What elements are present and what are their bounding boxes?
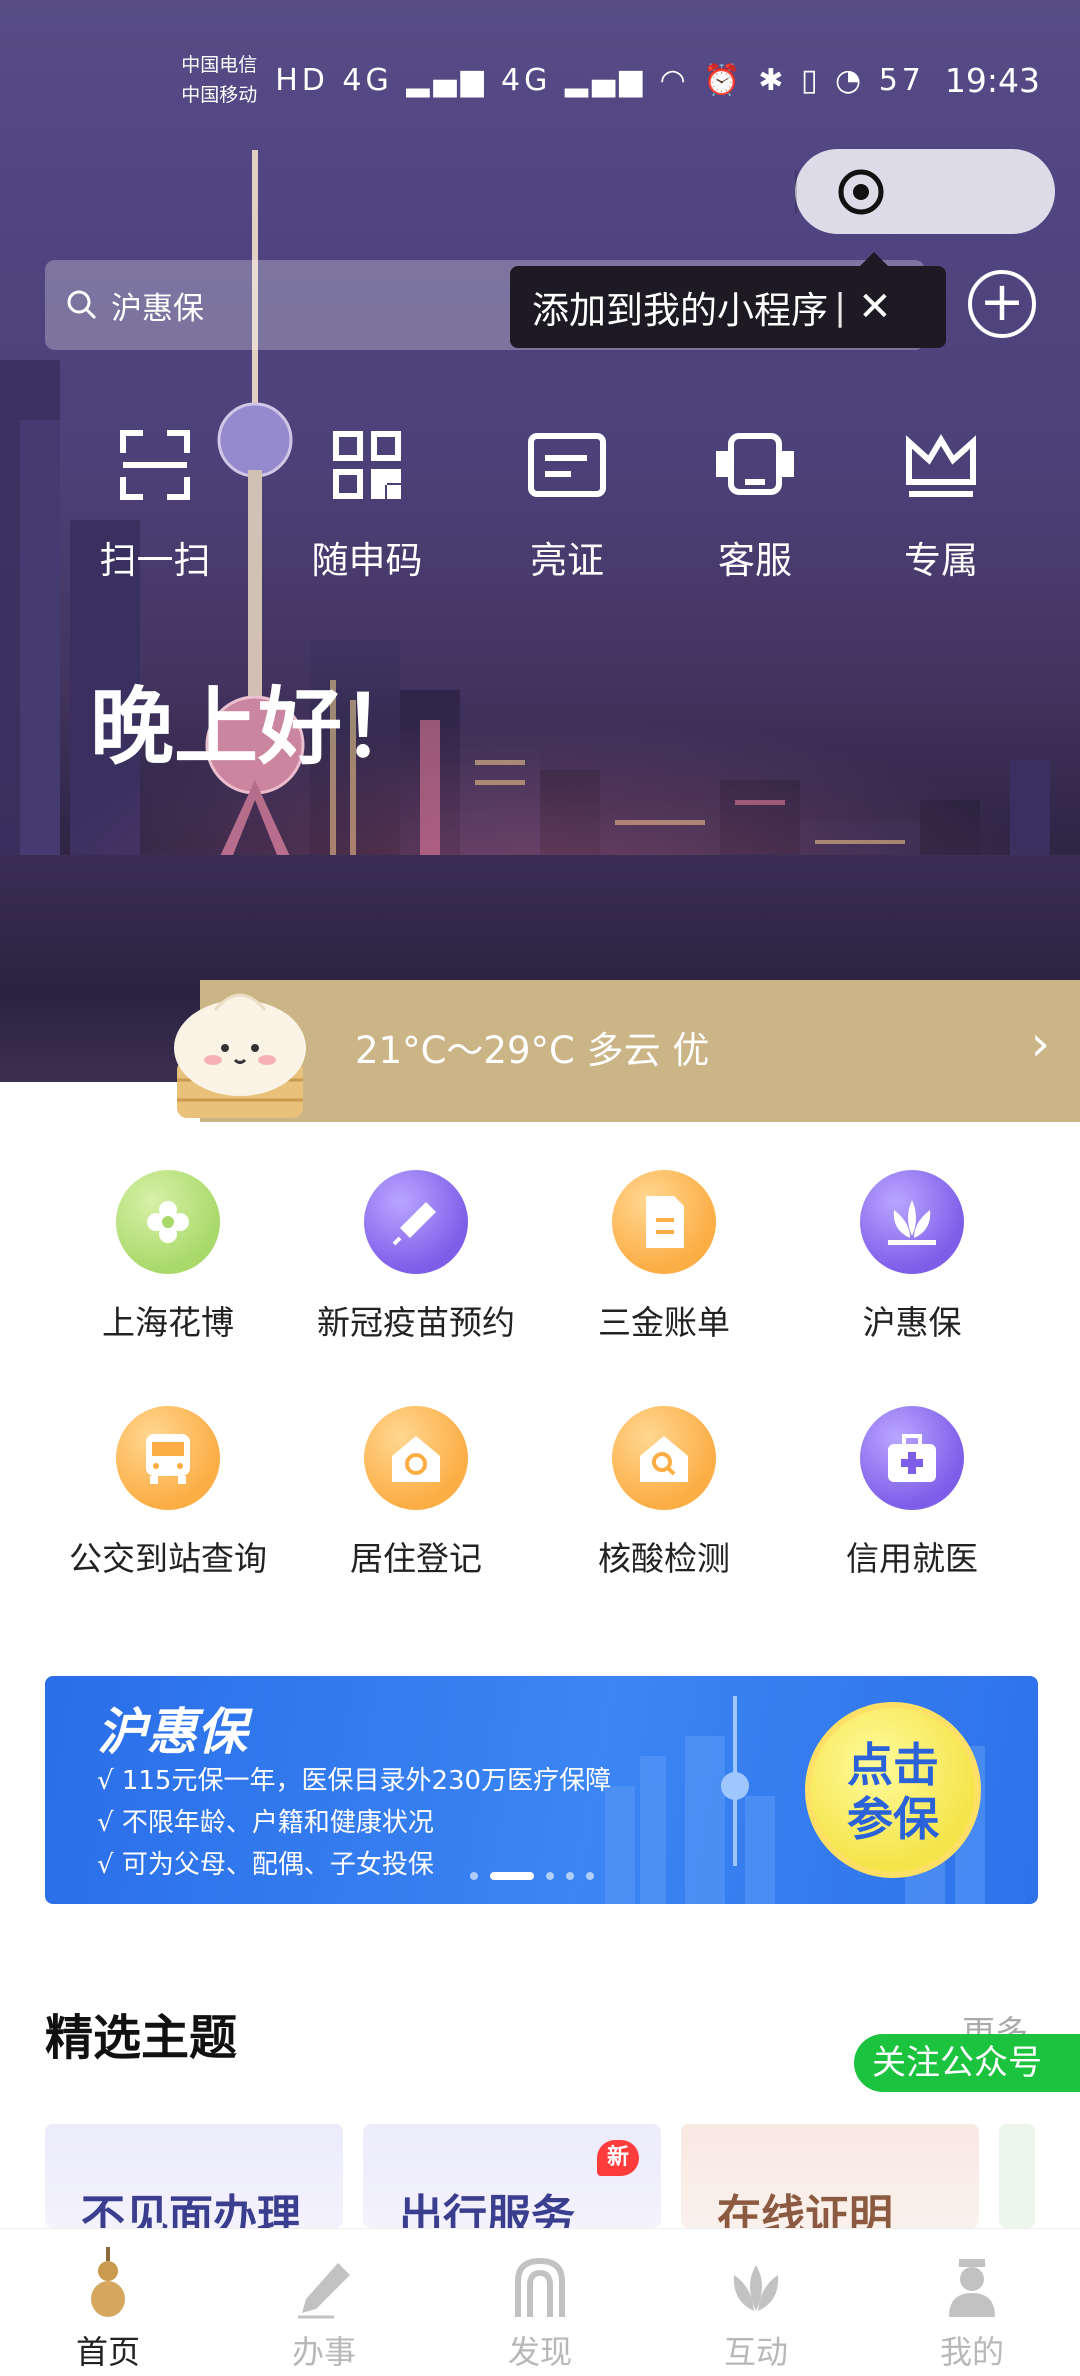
service-residence[interactable]: 居住登记 xyxy=(292,1406,540,1580)
tooltip-text: 添加到我的小程序 xyxy=(532,289,828,332)
theme-card-next[interactable] xyxy=(999,2124,1035,2228)
greeting-text: 晚上好！ xyxy=(90,678,427,776)
crown-icon xyxy=(906,434,976,497)
carrier-info: 中国电信 中国移动 xyxy=(181,50,257,110)
service-vaccine[interactable]: 新冠疫苗预约 xyxy=(292,1170,540,1344)
banner-title: 沪惠保 xyxy=(97,1703,247,1761)
theme-cards: 不见面办理 出行服务 新 在线证明 xyxy=(45,2124,1080,2242)
medical-kit-icon xyxy=(860,1406,964,1510)
chevron-right-icon: › xyxy=(1030,1016,1050,1072)
tab-interact[interactable]: 互动 xyxy=(648,2229,864,2373)
theme-card-travel[interactable]: 出行服务 新 xyxy=(363,2124,661,2242)
scan-icon xyxy=(120,430,190,500)
service-expo-label: 上海花博 xyxy=(102,1303,234,1342)
huhuibao-banner[interactable]: 沪惠保 √ 115元保一年，医保目录外230万医疗保障 √ 不限年龄、户籍和健康… xyxy=(45,1676,1038,1904)
weather-bar[interactable]: 21°C～29°C 多云 优 › xyxy=(200,980,1080,1122)
search-icon xyxy=(67,290,97,320)
quick-show-id[interactable]: 亮证 xyxy=(492,420,642,584)
status-bar: 中国电信 中国移动 HD 4G ▂▄▆ 4G ▂▄▆ ◠ ⏰ ✱ ▯ ◔ 57 … xyxy=(181,46,1040,114)
tooltip-close-button[interactable]: ✕ xyxy=(858,284,892,330)
flower-icon xyxy=(116,1170,220,1274)
carrier1: 中国电信 xyxy=(181,54,258,76)
tab-interact-label: 互动 xyxy=(723,2333,788,2371)
carousel-dots xyxy=(470,1872,594,1880)
service-bus[interactable]: 公交到站查询 xyxy=(44,1406,292,1580)
target-icon xyxy=(838,169,884,214)
tab-mine[interactable]: 我的 xyxy=(864,2229,1080,2373)
person-icon xyxy=(949,2259,995,2317)
enroll-line2: 参保 xyxy=(847,1792,939,1846)
add-button[interactable]: + xyxy=(968,270,1036,338)
quick-customer-service[interactable]: 客服 xyxy=(680,420,830,584)
gourd-home-icon xyxy=(91,2247,125,2317)
new-badge: 新 xyxy=(597,2140,639,2176)
quick-exclusive-label: 专属 xyxy=(904,539,978,582)
bottom-tab-bar: 首页 办事 发现 互动 我的 xyxy=(0,2228,1080,2376)
quick-qrcode[interactable]: 随申码 xyxy=(292,420,442,584)
theme-card-offline[interactable]: 不见面办理 xyxy=(45,2124,343,2242)
search-text: 沪惠保 xyxy=(111,290,204,327)
add-miniprogram-tooltip: 添加到我的小程序 | ✕ xyxy=(510,252,946,348)
quick-qrcode-label: 随申码 xyxy=(311,539,423,582)
pen-icon xyxy=(298,2263,350,2319)
service-nucleic-test-label: 核酸检测 xyxy=(598,1539,730,1578)
id-card-icon xyxy=(528,433,606,497)
status-icons: HD 4G ▂▄▆ 4G ▂▄▆ ◠ ⏰ ✱ ▯ ◔ 57 xyxy=(275,62,925,98)
service-nucleic-test[interactable]: 核酸检测 xyxy=(540,1406,788,1580)
quick-scan[interactable]: 扫一扫 xyxy=(80,420,230,584)
service-expo[interactable]: 上海花博 xyxy=(44,1170,292,1344)
clock: 19:43 xyxy=(944,60,1040,100)
bill-icon xyxy=(612,1170,716,1274)
section-title: 精选主题 xyxy=(45,2010,238,2066)
quick-show-id-label: 亮证 xyxy=(530,539,604,582)
service-credit-medical-label: 信用就医 xyxy=(846,1539,978,1578)
service-vaccine-label: 新冠疫苗预约 xyxy=(317,1303,515,1342)
headset-icon xyxy=(716,433,794,495)
enroll-line1: 点击 xyxy=(847,1738,939,1792)
qrcode-icon xyxy=(333,431,401,499)
quick-customer-service-label: 客服 xyxy=(718,539,792,582)
miniprogram-capsule: ••• xyxy=(795,149,1055,234)
tab-home[interactable]: 首页 xyxy=(0,2229,216,2373)
house-icon xyxy=(364,1406,468,1510)
service-huhuibao[interactable]: 沪惠保 xyxy=(788,1170,1036,1344)
service-residence-label: 居住登记 xyxy=(350,1539,482,1578)
weather-text: 21°C～29°C 多云 优 xyxy=(355,1029,710,1072)
test-house-icon xyxy=(612,1406,716,1510)
quick-scan-label: 扫一扫 xyxy=(99,539,211,582)
hero-background: 中国电信 中国移动 HD 4G ▂▄▆ 4G ▂▄▆ ◠ ⏰ ✱ ▯ ◔ 57 … xyxy=(0,0,1080,1082)
magnolia-icon xyxy=(733,2265,779,2311)
tab-discover[interactable]: 发现 xyxy=(432,2229,648,2373)
service-bills[interactable]: 三金账单 xyxy=(540,1170,788,1344)
dumpling-mascot-icon xyxy=(165,968,315,1128)
banner-line1: √ 115元保一年，医保目录外230万医疗保障 xyxy=(97,1766,612,1796)
service-credit-medical[interactable]: 信用就医 xyxy=(788,1406,1036,1580)
lotus-icon xyxy=(860,1170,964,1274)
enroll-button[interactable]: 点击 参保 xyxy=(805,1702,981,1878)
service-bus-label: 公交到站查询 xyxy=(69,1539,267,1578)
banner-line2: √ 不限年龄、户籍和健康状况 xyxy=(97,1808,434,1838)
syringe-icon xyxy=(364,1170,468,1274)
follow-account-button[interactable]: 关注公众号 xyxy=(854,2034,1080,2092)
bus-icon xyxy=(116,1406,220,1510)
banner-line3: √ 可为父母、配偶、子女投保 xyxy=(97,1850,434,1880)
theme-card-certificate[interactable]: 在线证明 xyxy=(681,2124,979,2242)
service-bills-label: 三金账单 xyxy=(598,1303,730,1342)
tab-discover-label: 发现 xyxy=(507,2333,572,2371)
tab-services[interactable]: 办事 xyxy=(216,2229,432,2373)
carrier2: 中国移动 xyxy=(181,84,258,106)
app-screen: 中国电信 中国移动 HD 4G ▂▄▆ 4G ▂▄▆ ◠ ⏰ ✱ ▯ ◔ 57 … xyxy=(0,0,1080,2376)
arch-icon xyxy=(515,2257,565,2317)
quick-exclusive[interactable]: 专属 xyxy=(866,420,1016,584)
service-huhuibao-label: 沪惠保 xyxy=(862,1303,962,1342)
tab-services-label: 办事 xyxy=(291,2333,356,2371)
tab-mine-label: 我的 xyxy=(939,2333,1004,2371)
close-miniprogram-button[interactable] xyxy=(797,167,925,217)
quick-actions: 扫一扫 随申码 亮证 客服 专属 xyxy=(0,420,1080,582)
tab-home-label: 首页 xyxy=(75,2333,140,2371)
